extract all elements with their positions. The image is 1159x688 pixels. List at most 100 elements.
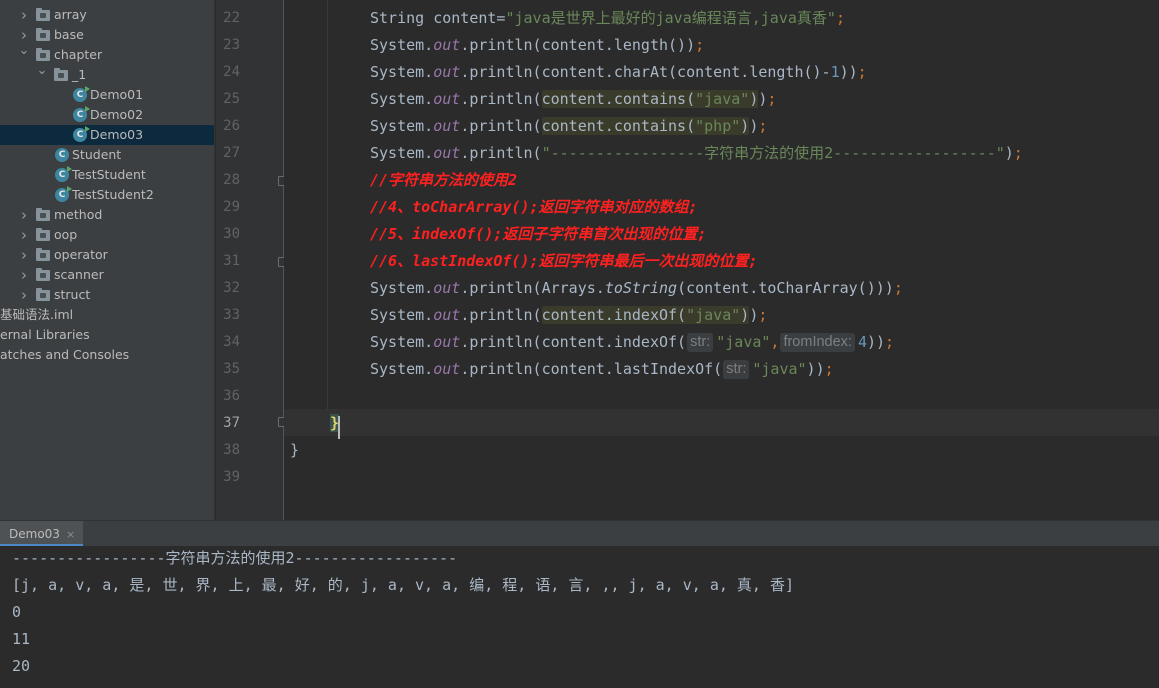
chevron-right-icon[interactable]: ›	[18, 247, 30, 263]
line-number: 27	[223, 145, 240, 161]
code-line: }	[290, 437, 299, 464]
code-token: ;	[758, 306, 768, 324]
code-line: System.out.println(content.lastIndexOf(s…	[370, 356, 834, 383]
package-folder-icon	[36, 208, 50, 222]
code-token: ;	[893, 279, 903, 297]
code-token: .println(	[460, 117, 542, 135]
line-number: 28	[223, 172, 240, 188]
code-token: String content=	[370, 9, 506, 27]
line-number: 30	[223, 226, 240, 242]
line-number: 32	[223, 280, 240, 296]
code-line: //4、toCharArray();返回字符串对应的数组;	[370, 194, 698, 221]
code-token: .println(content.lastIndexOf(	[460, 360, 723, 378]
code-token: System.	[370, 36, 434, 54]
tree-item-ernal-libraries[interactable]: ernal Libraries	[0, 325, 214, 345]
tree-item-label: _1	[72, 67, 87, 82]
line-number: 33	[223, 307, 240, 323]
code-token: out	[433, 333, 461, 351]
tree-item-base[interactable]: › base	[0, 25, 214, 45]
chevron-right-icon[interactable]: ›	[18, 27, 30, 43]
package-folder-icon	[36, 8, 50, 22]
code-token: )	[1004, 144, 1014, 162]
package-folder-icon	[36, 228, 50, 242]
code-token: "php"	[695, 117, 741, 135]
tree-item-label: Demo01	[90, 87, 144, 102]
tree-item-operator[interactable]: › operator	[0, 245, 214, 265]
tree-item-label: struct	[54, 287, 91, 302]
code-token: out	[433, 90, 461, 108]
chevron-right-icon[interactable]: ›	[18, 227, 30, 243]
tree-item-array[interactable]: › array	[0, 5, 214, 25]
code-token: out	[433, 306, 461, 324]
runnable-class-icon: C	[55, 186, 72, 202]
code-token: //5、indexOf();返回子字符串首次出现的位置;	[370, 225, 707, 243]
chevron-right-icon[interactable]: ›	[18, 7, 30, 23]
line-number: 36	[223, 388, 240, 404]
tree-item-scanner[interactable]: › scanner	[0, 265, 214, 285]
tree-item-label: TestStudent2	[72, 187, 154, 202]
package-folder-icon	[54, 68, 68, 82]
tree-item--iml[interactable]: 基础语法.iml	[0, 305, 214, 325]
line-number: 25	[223, 91, 240, 107]
tree-item-chapter[interactable]: ⌄ chapter	[0, 43, 214, 65]
tree-item-student[interactable]: C Student	[0, 145, 214, 165]
chevron-down-icon[interactable]: ⌄	[36, 63, 48, 79]
code-line: String content="java是世界上最好的java编程语言,java…	[370, 5, 845, 32]
tree-item-method[interactable]: › method	[0, 205, 214, 225]
code-token: }	[290, 441, 300, 459]
console-output-line: -----------------字符串方法的使用2--------------…	[12, 549, 458, 567]
class-icon: C	[55, 148, 69, 162]
code-token: ;	[767, 90, 777, 108]
tree-item-label: array	[54, 7, 87, 22]
code-token: //字符串方法的使用2	[370, 171, 518, 189]
tree-item-label: TestStudent	[72, 167, 146, 182]
code-token: System.	[370, 144, 434, 162]
package-folder-icon	[36, 288, 50, 302]
tree-item-oop[interactable]: › oop	[0, 225, 214, 245]
code-token: )	[749, 90, 759, 108]
code-token: .println(	[460, 144, 542, 162]
tree-item-demo02[interactable]: C Demo02	[0, 105, 214, 125]
code-token: "java"	[752, 360, 807, 378]
close-icon[interactable]: ×	[66, 528, 75, 541]
runnable-class-icon: C	[73, 126, 90, 142]
tree-item-demo01[interactable]: C Demo01	[0, 85, 214, 105]
parameter-hint: str:	[687, 333, 714, 352]
code-token: out	[433, 117, 461, 135]
code-token: out	[433, 279, 461, 297]
runnable-class-icon: C	[73, 106, 90, 122]
tree-item-teststudent2[interactable]: C TestStudent2	[0, 185, 214, 205]
tree-item-atches-and-consoles[interactable]: atches and Consoles	[0, 345, 214, 365]
run-tab-demo03[interactable]: Demo03 ×	[0, 521, 84, 547]
code-token: )	[749, 117, 759, 135]
run-console[interactable]: -----------------字符串方法的使用2--------------…	[0, 546, 1159, 688]
chevron-right-icon[interactable]: ›	[18, 207, 30, 223]
tree-item-label: atches and Consoles	[0, 347, 130, 362]
code-token: //6、lastIndexOf();返回字符串最后一次出现的位置;	[370, 252, 758, 270]
code-line: System.out.println(content.contains("php…	[370, 113, 767, 140]
code-token: System.	[370, 333, 434, 351]
project-tree: › array › base ⌄ chapter ⌄ _1 C Demo01 C Demo02 C Dem…	[0, 0, 215, 520]
tree-item-label: method	[54, 207, 103, 222]
code-editor[interactable]: String content="java是世界上最好的java编程语言,java…	[284, 0, 1159, 520]
package-folder-icon	[36, 248, 50, 262]
code-line: System.out.println(content.indexOf("java…	[370, 302, 767, 329]
chevron-down-icon[interactable]: ⌄	[18, 43, 30, 59]
tree-item-teststudent[interactable]: C TestStudent	[0, 165, 214, 185]
tree-item-demo03[interactable]: C Demo03	[0, 125, 214, 145]
parameter-hint: fromIndex:	[780, 333, 855, 352]
line-number: 29	[223, 199, 240, 215]
tree-item-_1[interactable]: ⌄ _1	[0, 63, 214, 85]
code-line: System.out.println("-----------------字符串…	[370, 140, 1023, 167]
code-token: ;	[824, 360, 834, 378]
line-number: 37	[223, 415, 240, 431]
code-token: "java"	[695, 90, 750, 108]
tree-item-struct[interactable]: › struct	[0, 285, 214, 305]
code-token: ;	[857, 63, 867, 81]
code-token: .println(	[460, 306, 542, 324]
chevron-right-icon[interactable]: ›	[18, 267, 30, 283]
code-token: ;	[1013, 144, 1023, 162]
chevron-right-icon[interactable]: ›	[18, 287, 30, 303]
code-token: ;	[695, 36, 705, 54]
code-line: System.out.println(content.indexOf(str: "…	[370, 329, 894, 356]
